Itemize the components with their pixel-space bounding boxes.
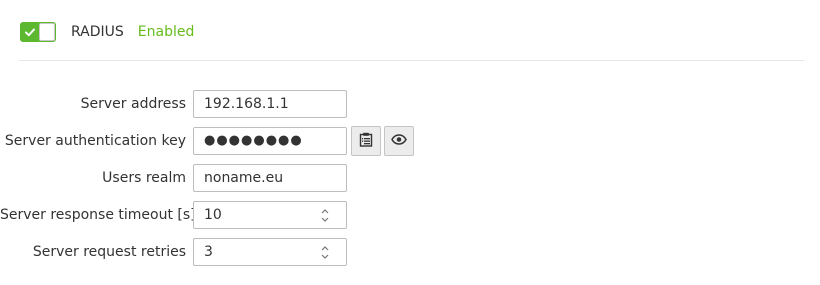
server-address-label: Server address (80, 96, 186, 112)
chevron-up-icon[interactable] (318, 207, 332, 215)
auth-key-label: Server authentication key (4, 133, 186, 149)
eye-icon (391, 133, 407, 149)
chevron-down-icon[interactable] (318, 215, 332, 223)
retries-row: Server request retries 3 (0, 238, 820, 266)
timeout-stepper[interactable] (318, 207, 332, 223)
radius-header: RADIUS Enabled (20, 22, 194, 42)
timeout-label: Server response timeout [s] (0, 207, 196, 223)
retries-stepper[interactable] (318, 244, 332, 260)
chevron-down-icon[interactable] (318, 252, 332, 260)
radius-title: RADIUS (71, 24, 124, 40)
users-realm-row: Users realm noname.eu (0, 164, 820, 192)
divider (19, 60, 804, 61)
clipboard-icon (359, 132, 373, 151)
radius-status: Enabled (137, 24, 195, 40)
retries-input[interactable]: 3 (193, 238, 347, 266)
server-address-row: Server address 192.168.1.1 (0, 90, 820, 118)
retries-value: 3 (204, 244, 213, 260)
radius-toggle[interactable] (20, 22, 56, 42)
retries-label: Server request retries (32, 244, 186, 260)
check-icon (22, 23, 38, 41)
timeout-input[interactable]: 10 (193, 201, 347, 229)
timeout-row: Server response timeout [s] 10 (0, 201, 820, 229)
show-key-button[interactable] (384, 126, 414, 156)
timeout-value: 10 (204, 207, 222, 223)
chevron-up-icon[interactable] (318, 244, 332, 252)
auth-key-row: Server authentication key ●●●●●●●● (0, 126, 820, 156)
users-realm-input[interactable]: noname.eu (193, 164, 347, 192)
toggle-knob (39, 23, 55, 41)
server-address-input[interactable]: 192.168.1.1 (193, 90, 347, 118)
users-realm-label: Users realm (102, 170, 186, 186)
auth-key-input[interactable]: ●●●●●●●● (193, 127, 347, 155)
paste-key-button[interactable] (351, 126, 381, 156)
